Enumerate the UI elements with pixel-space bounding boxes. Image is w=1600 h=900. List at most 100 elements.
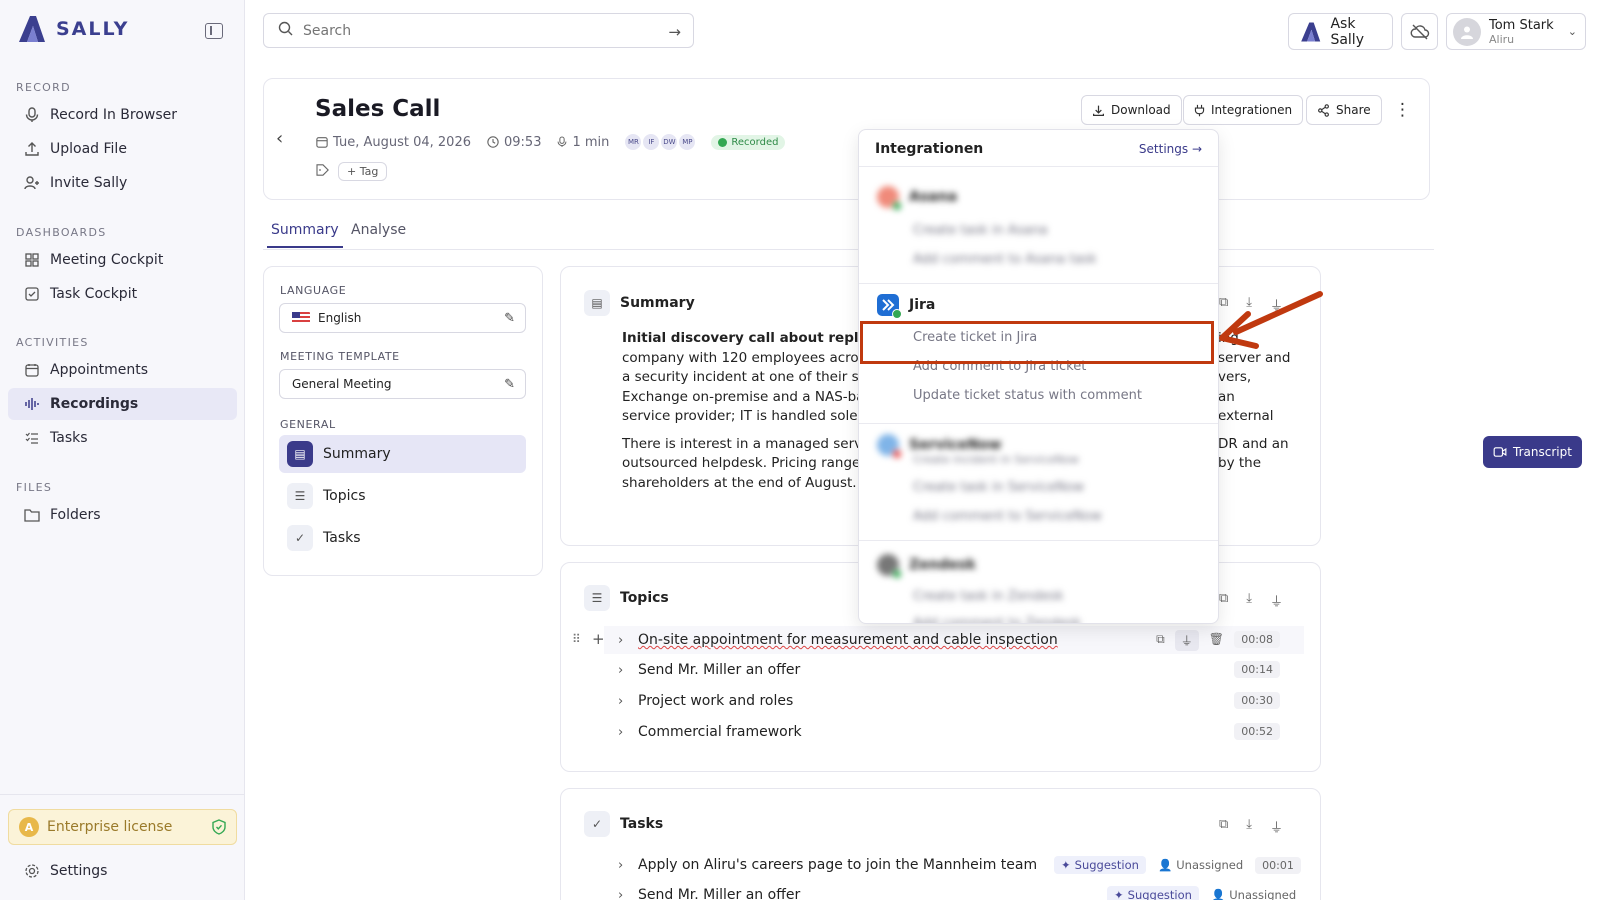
- integrations-button[interactable]: Integrationen: [1183, 95, 1304, 125]
- arrow-right-icon[interactable]: →: [668, 23, 681, 41]
- drag-handle-icon[interactable]: ⠿: [572, 632, 581, 646]
- timestamp-badge[interactable]: 00:30: [1234, 692, 1280, 709]
- plug-icon[interactable]: ⏚: [1270, 817, 1283, 836]
- video-icon: [1493, 447, 1507, 457]
- pencil-icon[interactable]: ✎: [504, 377, 515, 392]
- integration-action[interactable]: Add comment to ServiceNow: [913, 509, 1102, 524]
- assignee[interactable]: 👤 Unassigned: [1211, 888, 1296, 900]
- suggestion-badge[interactable]: ✦ Suggestion: [1107, 886, 1199, 900]
- sidebar-item-label: Record In Browser: [50, 107, 178, 123]
- sidebar-item-record-in-browser[interactable]: Record In Browser: [8, 99, 237, 131]
- topic-row[interactable]: › On-site appointment for measurement an…: [604, 626, 1304, 654]
- topic-label: Commercial framework: [638, 724, 802, 740]
- sidebar-item-upload-file[interactable]: Upload File: [8, 133, 237, 165]
- integration-app[interactable]: Zendesk: [877, 554, 976, 579]
- transcript-button[interactable]: Transcript: [1483, 436, 1582, 468]
- update-ticket-status-action[interactable]: Update ticket status with comment: [913, 388, 1142, 403]
- add-topic-icon[interactable]: +: [592, 630, 605, 648]
- integration-app-jira[interactable]: Jira: [877, 294, 935, 319]
- tab-summary[interactable]: Summary: [267, 222, 343, 248]
- sidebar-item-appointments[interactable]: Appointments: [8, 354, 237, 386]
- enterprise-license-badge[interactable]: A Enterprise license: [8, 809, 237, 845]
- download-button[interactable]: Download: [1081, 95, 1182, 125]
- download-icon[interactable]: ⤓: [1246, 591, 1252, 610]
- topic-row[interactable]: › Commercial framework 00:52: [604, 718, 1304, 746]
- panel-item-summary[interactable]: ▤ Summary: [279, 435, 526, 473]
- search-input[interactable]: [303, 22, 643, 39]
- share-icon: [1318, 103, 1329, 117]
- sidebar-item-label: Folders: [50, 507, 101, 523]
- tag-label: Tag: [359, 165, 379, 178]
- timestamp-badge[interactable]: 00:52: [1234, 723, 1280, 740]
- suggestion-badge[interactable]: ✦ Suggestion: [1054, 856, 1146, 874]
- chevron-right-icon[interactable]: ›: [618, 694, 638, 709]
- topic-row[interactable]: › Project work and roles 00:30: [604, 687, 1304, 715]
- chevron-right-icon[interactable]: ›: [618, 888, 638, 900]
- topic-label: Project work and roles: [638, 693, 794, 709]
- search-bar[interactable]: →: [263, 13, 694, 48]
- language-select[interactable]: English ✎: [279, 303, 526, 333]
- integration-action[interactable]: Create incident in ServiceNow: [913, 453, 1079, 466]
- meeting-template-select[interactable]: General Meeting ✎: [279, 369, 526, 399]
- copy-icon[interactable]: ⧉: [1219, 817, 1228, 836]
- sidebar: SALLY RECORD Record In Browser Upload Fi…: [0, 0, 245, 900]
- sidebar-item-recordings[interactable]: Recordings: [8, 388, 237, 420]
- sidebar-item-folders[interactable]: Folders: [8, 499, 237, 531]
- calendar-icon: [24, 362, 40, 378]
- copy-icon[interactable]: ⧉: [1156, 632, 1165, 649]
- plug-icon[interactable]: ⏚: [1174, 630, 1199, 651]
- app-logo[interactable]: SALLY: [16, 14, 129, 44]
- participants[interactable]: MR IF DW MP: [625, 134, 696, 150]
- section-files: FILES: [16, 481, 53, 494]
- summary-line: outsourced helpdesk. Pricing range ar: [622, 455, 879, 471]
- sidebar-item-meeting-cockpit[interactable]: Meeting Cockpit: [8, 244, 237, 276]
- copy-icon[interactable]: ⧉: [1219, 591, 1228, 610]
- timestamp-badge[interactable]: 00:01: [1255, 856, 1301, 874]
- download-icon[interactable]: ⤓: [1246, 817, 1252, 836]
- summary-line: company with 120 employees across t: [622, 349, 883, 366]
- checkbox-icon: [24, 286, 40, 302]
- integration-action[interactable]: Create task in Zendesk: [913, 589, 1064, 604]
- integration-action[interactable]: Add comment to Asana task: [913, 252, 1097, 267]
- chevron-right-icon[interactable]: ›: [618, 858, 638, 873]
- cloud-off-button[interactable]: [1401, 13, 1438, 50]
- sidebar-item-label: Settings: [50, 863, 108, 879]
- integration-action[interactable]: Create task in Asana: [913, 223, 1048, 238]
- sally-logo-icon: [1301, 21, 1321, 42]
- folder-icon: [24, 507, 40, 523]
- panel-item-topics[interactable]: ☰ Topics: [279, 477, 526, 515]
- timestamp-badge[interactable]: 00:08: [1234, 631, 1280, 648]
- section-dashboards: DASHBOARDS: [16, 226, 107, 239]
- chevron-right-icon[interactable]: ›: [618, 633, 638, 648]
- user-menu-button[interactable]: Tom Stark Aliru ⌄: [1446, 13, 1586, 50]
- timestamp-badge[interactable]: 00:14: [1234, 661, 1280, 678]
- summary-line: There is interest in a managed service: [622, 435, 882, 452]
- topic-row[interactable]: › Send Mr. Miller an offer 00:14: [604, 656, 1304, 684]
- panel-item-tasks[interactable]: ✓ Tasks: [279, 519, 526, 557]
- chevron-right-icon[interactable]: ›: [618, 725, 638, 740]
- pencil-icon[interactable]: ✎: [504, 311, 515, 326]
- ask-sally-label: Ask Sally: [1330, 15, 1364, 48]
- sidebar-item-invite-sally[interactable]: Invite Sally: [8, 167, 237, 199]
- assignee[interactable]: 👤 Unassigned: [1158, 858, 1243, 872]
- sidebar-item-settings[interactable]: Settings: [8, 855, 237, 887]
- integration-action[interactable]: Add comment to Zendesk: [913, 616, 1081, 623]
- sidebar-item-tasks[interactable]: Tasks: [8, 422, 237, 454]
- back-chevron-icon[interactable]: ‹: [276, 128, 283, 149]
- trash-icon[interactable]: 🗑: [1209, 632, 1224, 649]
- collapse-sidebar-icon[interactable]: [205, 23, 223, 39]
- sidebar-item-task-cockpit[interactable]: Task Cockpit: [8, 278, 237, 310]
- ask-sally-button[interactable]: Ask Sally: [1288, 13, 1393, 50]
- plug-icon[interactable]: ⏚: [1270, 591, 1283, 610]
- more-options-icon[interactable]: ⋮: [1394, 100, 1411, 120]
- add-tag-button[interactable]: + Tag: [338, 162, 388, 181]
- chevron-right-icon[interactable]: ›: [618, 663, 638, 678]
- dropdown-title: Integrationen: [875, 141, 984, 157]
- integration-action[interactable]: Create task in ServiceNow: [913, 480, 1084, 495]
- integrations-settings-link[interactable]: Settings →: [1139, 142, 1202, 156]
- share-button[interactable]: Share: [1306, 95, 1382, 125]
- integration-app[interactable]: Asana: [877, 186, 957, 211]
- app-name: Zendesk: [909, 557, 976, 573]
- tab-analyse[interactable]: Analyse: [351, 222, 406, 246]
- summary-card-title: ▤ Summary: [584, 290, 695, 316]
